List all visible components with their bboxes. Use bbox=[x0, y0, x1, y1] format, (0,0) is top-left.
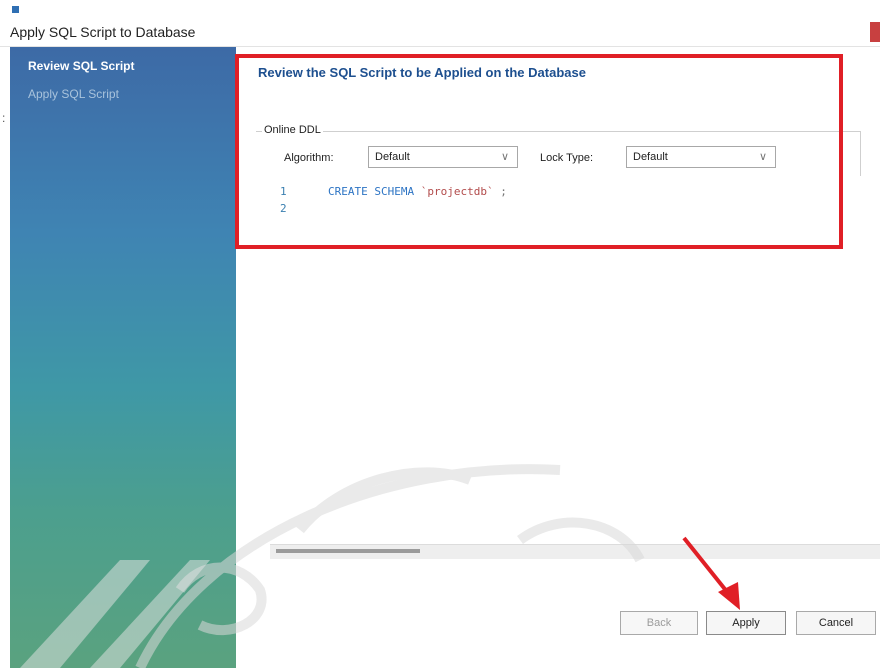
wizard-step-review[interactable]: Review SQL Script bbox=[28, 59, 134, 73]
close-icon[interactable] bbox=[870, 22, 880, 42]
horizontal-scrollbar[interactable] bbox=[270, 544, 880, 559]
wizard-sidebar: Review SQL Script Apply SQL Script bbox=[10, 47, 236, 668]
left-edge: : bbox=[0, 47, 10, 668]
apply-button[interactable]: Apply bbox=[706, 611, 786, 635]
app-icon bbox=[12, 6, 19, 13]
back-button[interactable]: Back bbox=[620, 611, 698, 635]
wizard-step-apply[interactable]: Apply SQL Script bbox=[28, 87, 119, 101]
window-title: Apply SQL Script to Database bbox=[10, 24, 196, 40]
cancel-button[interactable]: Cancel bbox=[796, 611, 876, 635]
edge-glyph: : bbox=[2, 111, 6, 125]
red-arrow-annotation bbox=[682, 536, 740, 610]
scrollbar-thumb[interactable] bbox=[276, 549, 420, 553]
highlight-box bbox=[235, 54, 843, 249]
window-titlebar: Apply SQL Script to Database bbox=[0, 0, 880, 47]
